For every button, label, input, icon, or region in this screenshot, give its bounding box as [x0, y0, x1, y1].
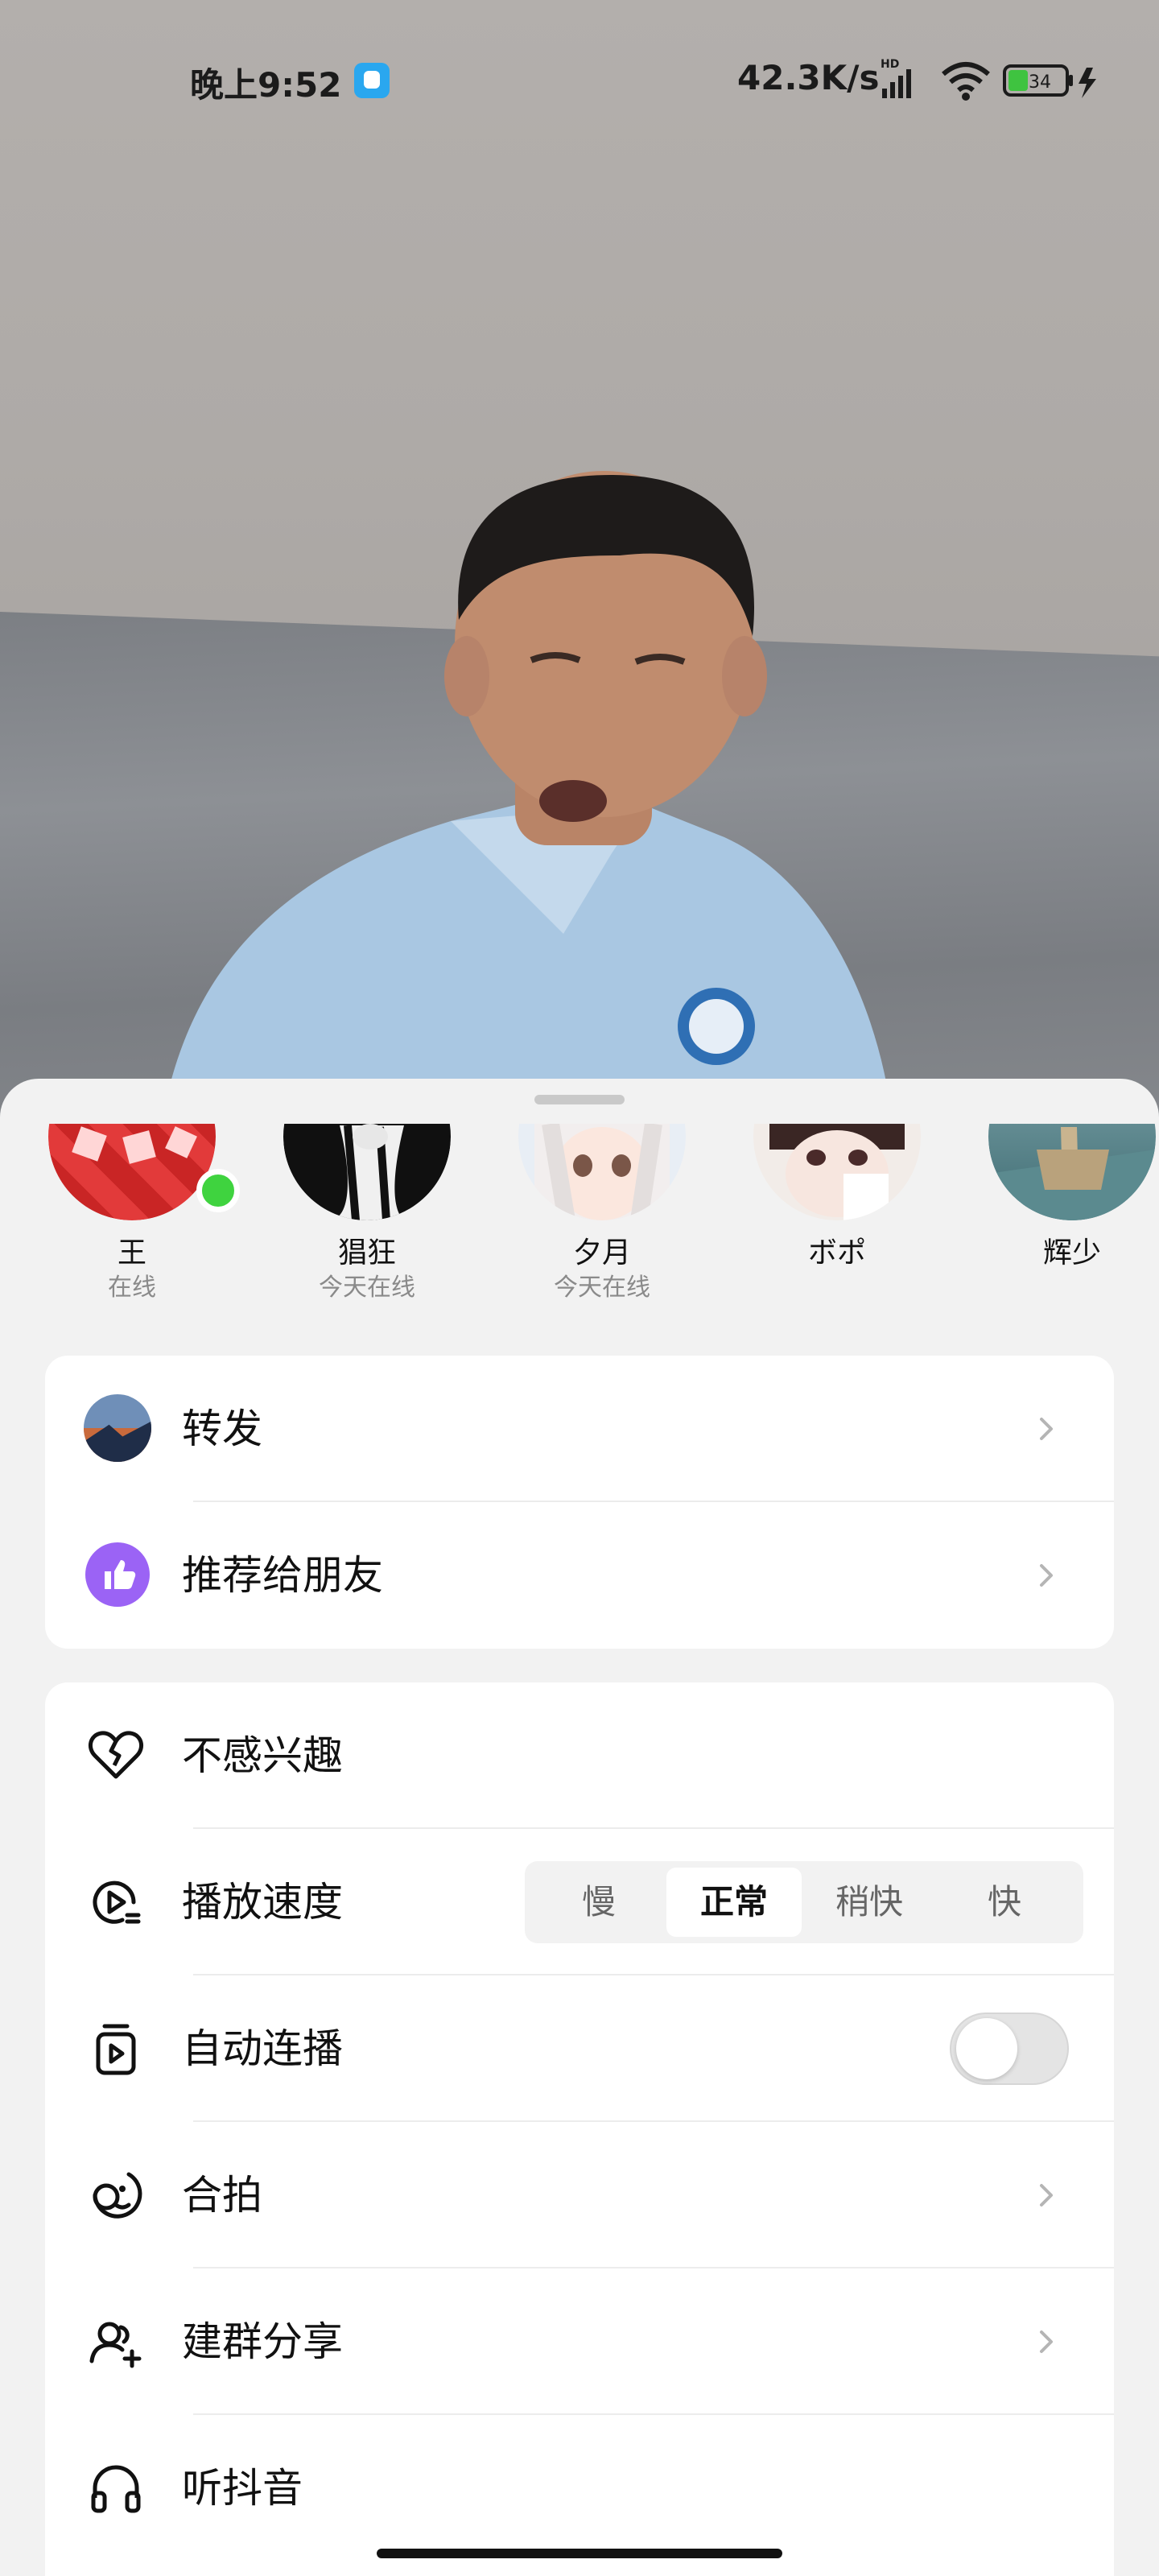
contact-status [740, 1272, 934, 1304]
listen-row[interactable]: 听抖音 [45, 2415, 1114, 2562]
headphones-icon [91, 2465, 141, 2513]
svg-text:HD: HD [881, 58, 899, 71]
status-bar: 晚上9:52 42.3K/s HD 34 [0, 0, 1159, 161]
broken-heart-icon [88, 1731, 144, 1779]
contact-name: ボポ [807, 1236, 866, 1269]
share-actions-card: 转发 推荐给朋友 [45, 1356, 1114, 1649]
duet-row[interactable]: 合拍 [45, 2122, 1114, 2268]
online-indicator [196, 1169, 240, 1212]
contact-status: 在线 [108, 1274, 156, 1302]
chevron-right-icon [1040, 1418, 1053, 1440]
contact-list: 王 在线 猖狂 今天在线 夕月 今天在线 ボポ 辉少 [0, 1079, 1159, 1336]
contact-item[interactable]: 夕月 今天在线 [505, 1124, 699, 1304]
recommend-label: 推荐给朋友 [182, 1552, 383, 1599]
playback-speed-label: 播放速度 [182, 1879, 343, 1926]
duet-icon [93, 2172, 142, 2219]
not-interested-label: 不感兴趣 [182, 1732, 343, 1779]
contact-name: 夕月 [572, 1236, 631, 1269]
contact-item[interactable]: 猖狂 今天在线 [270, 1124, 464, 1304]
autoplay-icon [96, 2024, 136, 2075]
autoplay-toggle[interactable] [950, 2013, 1069, 2085]
contact-avatar [988, 1124, 1156, 1220]
speed-option-normal[interactable]: 正常 [666, 1868, 802, 1937]
chevron-right-icon [1040, 2330, 1053, 2353]
speed-option-fast[interactable]: 快 [937, 1868, 1072, 1937]
add-group-icon [89, 2322, 142, 2368]
contact-status [975, 1272, 1159, 1304]
toggle-knob [956, 2018, 1017, 2079]
forward-avatar-icon [84, 1394, 151, 1462]
charging-icon [1079, 68, 1096, 98]
contact-status: 今天在线 [319, 1274, 415, 1302]
contact-status: 今天在线 [554, 1274, 650, 1302]
notification-app-icon [354, 63, 390, 98]
autoplay-row: 自动连播 [45, 1975, 1114, 2122]
speed-selector: 慢 正常 稍快 快 [525, 1861, 1083, 1943]
playback-speed-row: 播放速度 慢 正常 稍快 快 [45, 1829, 1114, 1975]
speed-option-slow[interactable]: 慢 [531, 1868, 666, 1937]
status-time: 晚上9:52 [190, 65, 342, 105]
group-share-label: 建群分享 [182, 2318, 343, 2365]
home-indicator[interactable] [377, 2549, 782, 2558]
video-background[interactable] [0, 0, 1159, 1127]
battery-level: 34 [1029, 72, 1051, 93]
group-share-row[interactable]: 建群分享 [45, 2268, 1114, 2415]
not-interested-row[interactable]: 不感兴趣 [45, 1682, 1114, 1829]
contact-item[interactable]: 王 在线 [35, 1124, 240, 1304]
contact-name: 猖狂 [337, 1236, 396, 1269]
recommend-to-friend-row[interactable]: 推荐给朋友 [45, 1502, 1114, 1649]
contact-avatar [518, 1124, 686, 1220]
signal-icon: HD [881, 58, 911, 98]
speed-option-slightly-fast[interactable]: 稍快 [802, 1868, 937, 1937]
contact-item[interactable]: 辉少 [975, 1124, 1159, 1304]
contact-avatar [48, 1124, 216, 1220]
thumbs-up-icon [85, 1542, 150, 1607]
wifi-icon [942, 62, 990, 101]
contact-item[interactable]: ボポ [740, 1124, 934, 1304]
chevron-right-icon [1040, 1564, 1053, 1587]
video-person [161, 471, 893, 1127]
forward-label: 转发 [182, 1406, 262, 1452]
contact-avatar [283, 1124, 451, 1220]
network-speed: 42.3K/s [737, 58, 880, 97]
duet-label: 合拍 [182, 2172, 262, 2219]
status-icons: HD 34 [881, 58, 1096, 101]
listen-label: 听抖音 [182, 2465, 303, 2512]
chevron-right-icon [1040, 2184, 1053, 2207]
share-sheet: 王 在线 猖狂 今天在线 夕月 今天在线 ボポ 辉少 转发 推荐给朋友 不感兴趣… [0, 1079, 1159, 2576]
contact-name: 王 [117, 1236, 146, 1269]
autoplay-label: 自动连播 [182, 2025, 343, 2072]
contact-name: 辉少 [1042, 1236, 1101, 1269]
battery-icon: 34 [1003, 64, 1073, 97]
contact-avatar [753, 1124, 921, 1220]
video-options-card: 不感兴趣 播放速度 慢 正常 稍快 快 自动连播 合拍 建群分享 听抖音 [45, 1682, 1114, 2576]
playback-speed-icon [93, 1880, 141, 1924]
forward-row[interactable]: 转发 [45, 1356, 1114, 1502]
